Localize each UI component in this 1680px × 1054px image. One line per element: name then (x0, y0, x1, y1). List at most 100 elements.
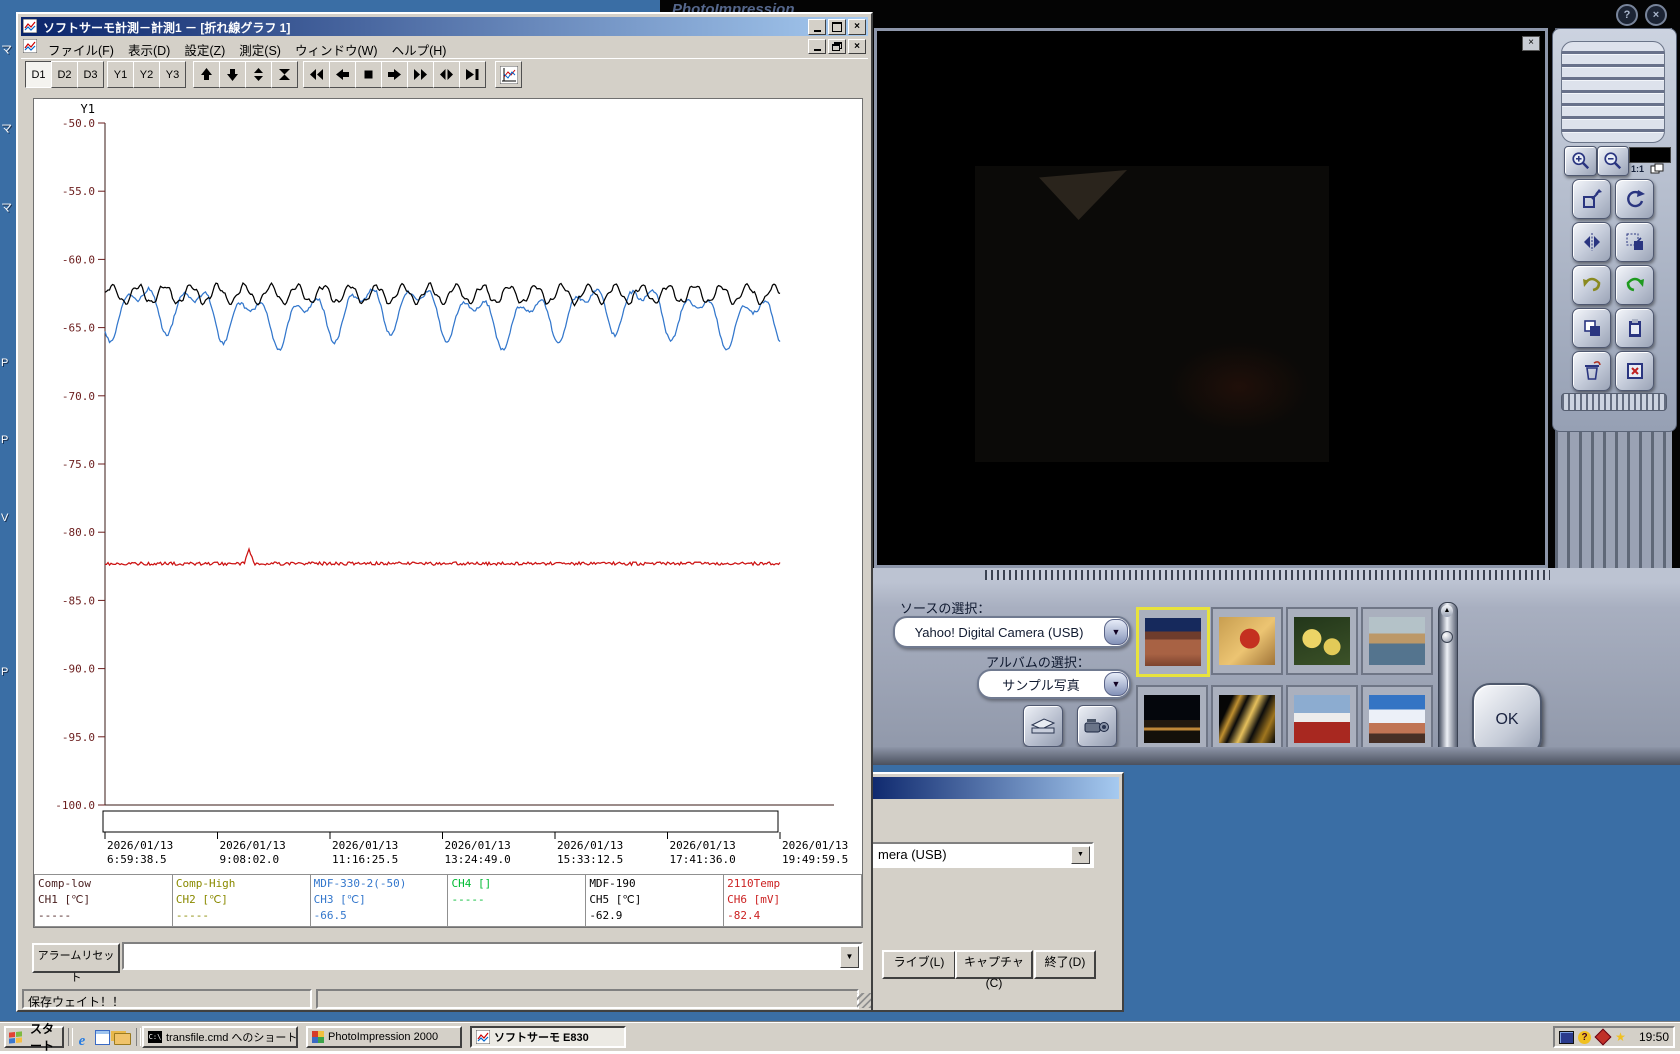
thumbnail-sky-clouds[interactable] (1361, 685, 1433, 753)
svg-text:17:41:36.0: 17:41:36.0 (670, 853, 736, 866)
expand-horizontal-button[interactable] (433, 61, 460, 88)
mdi-minimize-button[interactable] (808, 39, 826, 54)
thumbnail-yellow-flowers[interactable] (1286, 607, 1358, 675)
folder-icon[interactable] (112, 1029, 132, 1049)
tool-slider[interactable] (1561, 393, 1667, 411)
help-icon[interactable]: ? (1616, 4, 1638, 26)
thumbnail-red-rock-spires[interactable] (1136, 607, 1210, 677)
menu-w[interactable]: ウィンドウ(W) (288, 38, 385, 60)
thumbnail-harbor-town[interactable] (1361, 607, 1433, 675)
task-button-2[interactable]: PhotoImpression 2000 (306, 1026, 462, 1048)
ie-icon[interactable]: e (72, 1031, 92, 1051)
undo-button[interactable] (1572, 265, 1611, 305)
video-source-combobox[interactable]: mera (USB) ▼ (862, 842, 1094, 868)
desktop-icon-label-fragment[interactable]: マ (1, 199, 12, 215)
capture-button[interactable]: キャプチャ(C) (955, 950, 1033, 979)
maximize-button[interactable] (828, 19, 846, 35)
minimize-button[interactable] (808, 19, 826, 35)
star-icon[interactable]: ★ (1613, 1030, 1628, 1045)
task-button-1[interactable]: C:\transfile.cmd へのショート... (142, 1026, 298, 1048)
dataset-button-d2[interactable]: D2 (51, 61, 78, 88)
svg-text:2026/01/13: 2026/01/13 (332, 839, 398, 852)
dataset-button-d1[interactable]: D1 (25, 61, 52, 88)
chevron-down-icon[interactable]: ▼ (840, 946, 859, 968)
stop-button[interactable] (355, 61, 382, 88)
step-forward-button[interactable] (381, 61, 408, 88)
line-chart: Y1-50.0-55.0-60.0-65.0-70.0-75.0-80.0-85… (34, 99, 862, 874)
thumbnail-night-skyline[interactable] (1136, 685, 1208, 753)
legend-channel-ch1: Comp-lowCH1 [℃]----- (35, 875, 173, 926)
paste-button[interactable] (1615, 308, 1654, 348)
copy-button[interactable] (1572, 308, 1611, 348)
desktop-icon-label-fragment[interactable]: マ (1, 41, 12, 57)
remove-selection-icon (1624, 360, 1646, 382)
start-label: スタート (25, 1020, 59, 1054)
desktop-icon-label-fragment[interactable]: V (1, 512, 8, 524)
shift-down-button[interactable] (219, 61, 246, 88)
chevron-down-icon[interactable]: ▼ (1071, 846, 1090, 864)
start-button[interactable]: スタート (4, 1026, 64, 1048)
ok-button[interactable]: OK (1472, 683, 1542, 756)
show-desktop-icon[interactable] (92, 1027, 112, 1047)
alarm-combobox[interactable]: ▼ (122, 942, 863, 970)
resize-grip[interactable] (857, 993, 871, 1008)
menu-d[interactable]: 表示(D) (121, 38, 177, 60)
resize-button[interactable] (1572, 179, 1611, 219)
to-latest-button[interactable] (459, 61, 486, 88)
step-back-button[interactable] (329, 61, 356, 88)
desktop-icon-label-fragment[interactable]: P (1, 434, 8, 446)
crop-button[interactable] (1615, 222, 1654, 262)
mdi-restore-button[interactable] (828, 39, 846, 54)
thumbnail-gold-light-streaks[interactable] (1211, 685, 1283, 753)
scroll-up-icon[interactable]: ▲ (1441, 605, 1453, 617)
toolbar-divider[interactable] (136, 1028, 141, 1046)
close-icon[interactable]: × (1645, 4, 1667, 26)
thumbnail-cardinal-bird[interactable] (1211, 607, 1283, 675)
mdi-close-button[interactable]: × (848, 39, 866, 54)
delete-button[interactable] (1572, 351, 1611, 391)
thumbnail-image (1219, 617, 1275, 665)
alarm-reset-button[interactable]: アラームリセット (32, 943, 120, 973)
clock[interactable]: 19:50 (1639, 1030, 1669, 1044)
remove-selection-button[interactable] (1615, 351, 1654, 391)
thumbnail-lighthouse-ship[interactable] (1286, 685, 1358, 753)
desktop-icon-label-fragment[interactable]: P (1, 357, 8, 369)
desktop-icon-label-fragment[interactable]: P (1, 666, 8, 678)
svg-text:-55.0: -55.0 (62, 185, 95, 198)
close-button[interactable]: × (848, 19, 866, 35)
display-icon[interactable] (1559, 1030, 1574, 1045)
svg-text:-60.0: -60.0 (62, 253, 95, 266)
expand-vertical-button[interactable] (245, 61, 272, 88)
task-button-3[interactable]: ソフトサーモ E830 (470, 1026, 626, 1048)
menu-z[interactable]: 設定(Z) (177, 38, 232, 60)
thermo-titlebar[interactable]: ソフトサーモ計測－計測1 － [折れ線グラフ 1] × (21, 17, 868, 36)
live-button[interactable]: ライブ(L) (882, 950, 956, 979)
desktop-icon-label-fragment[interactable]: マ (1, 120, 12, 136)
legend-channel-ch5: MDF-190CH5 [℃]-62.9 (586, 875, 724, 926)
axis-button-y3[interactable]: Y3 (159, 61, 186, 88)
axis-button-y2[interactable]: Y2 (133, 61, 160, 88)
jump-start-button[interactable] (303, 61, 330, 88)
flip-horizontal-button[interactable] (1572, 222, 1611, 262)
graph-config-button[interactable] (495, 61, 522, 88)
menu-h[interactable]: ヘルプ(H) (385, 38, 454, 60)
thumbnail-scrollbar[interactable]: ▲ ▼ (1438, 602, 1458, 762)
menu-s[interactable]: 測定(S) (232, 38, 288, 60)
menu-f[interactable]: ファイル(F) (41, 38, 121, 60)
menubar: ファイル(F)表示(D)設定(Z)測定(S)ウィンドウ(W)ヘルプ(H) × (21, 38, 868, 56)
thumbnail-image (1145, 618, 1201, 666)
shift-up-button[interactable] (193, 61, 220, 88)
dataset-button-d3[interactable]: D3 (77, 61, 104, 88)
series-ch6 (105, 549, 780, 565)
rotate-button[interactable] (1615, 179, 1654, 219)
alert-icon[interactable] (1595, 1030, 1610, 1045)
dialog-titlebar[interactable] (863, 777, 1119, 799)
collapse-vertical-button[interactable] (271, 61, 298, 88)
scrollbar-thumb[interactable] (1441, 631, 1453, 643)
redo-button[interactable] (1615, 265, 1654, 305)
exit-button[interactable]: 終了(D) (1034, 950, 1096, 979)
axis-button-y1[interactable]: Y1 (107, 61, 134, 88)
fast-forward-button[interactable] (407, 61, 434, 88)
help-icon[interactable]: ? (1577, 1030, 1592, 1045)
preview-close-icon[interactable]: × (1522, 36, 1540, 51)
